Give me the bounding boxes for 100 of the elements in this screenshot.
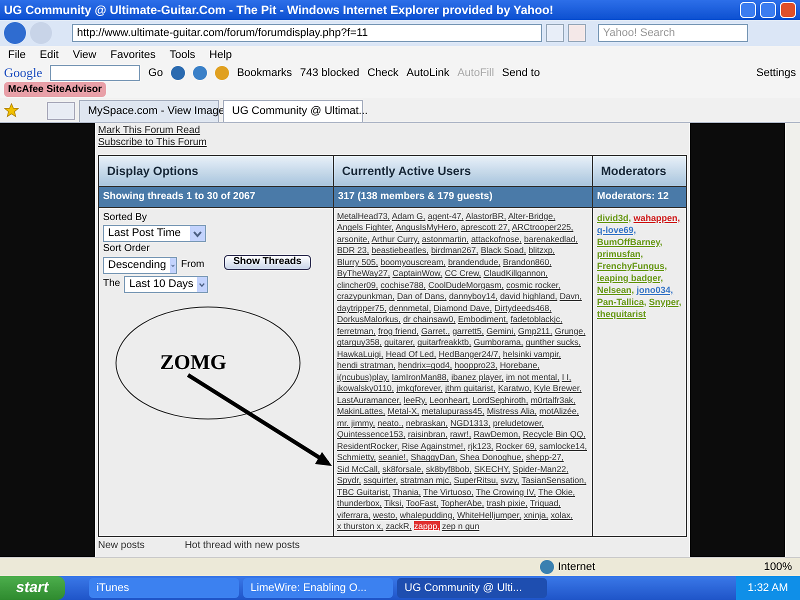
user-link[interactable]: ARCtrooper225, [512,222,574,232]
user-link[interactable]: gtarguy358, [337,337,382,348]
user-link[interactable]: Alter-Bridge, [508,210,556,221]
user-link[interactable]: DorkusMalorkus, [337,314,401,324]
menu-item[interactable]: View [72,46,96,64]
user-link[interactable]: Schmietty, [337,452,376,462]
user-link[interactable]: Kyle Brewer, [534,383,582,394]
user-link[interactable]: Gmp211, [518,326,552,336]
user-link[interactable]: jkowalsky0110, [337,383,394,394]
address-field[interactable]: http://www.ultimate-guitar.com/forum/forumdisplay.php?f=11 [72,24,542,42]
user-link[interactable]: TopherAbe, [440,498,484,508]
user-link[interactable]: Triquad, [530,498,561,508]
user-link[interactable]: attackofnose, [471,234,522,244]
user-link[interactable]: ShaggyDan, [410,452,458,462]
user-link[interactable]: SKECHY, [474,464,510,474]
back-button[interactable] [4,22,26,44]
user-link[interactable]: guitarfreakktb, [417,337,472,348]
stop-button[interactable] [568,24,586,42]
user-link[interactable]: aprescott 27, [460,222,510,232]
user-link[interactable]: HedBanger24/7, [438,348,501,359]
user-link[interactable]: The Crowing IV, [476,486,536,497]
user-link[interactable]: shepp-27, [526,452,564,462]
menu-item[interactable]: Favorites [110,46,156,64]
search-field[interactable]: Yahoo! Search [598,24,748,42]
user-link[interactable]: Leonheart, [429,394,470,405]
user-link[interactable]: ssquirter, [363,475,398,486]
user-link[interactable]: CaptainWow, [392,268,442,278]
user-link[interactable]: daytripper75, [337,302,387,313]
user-link[interactable]: sk8forsale, [382,464,424,474]
user-link[interactable]: dannyboy14, [449,291,498,302]
go-button[interactable]: Go [148,64,163,82]
sort-by-dropdown[interactable]: Last Post Time [103,224,206,242]
user-link[interactable]: motAlizée, [539,406,579,416]
user-link[interactable]: ByTheWay27, [337,268,390,278]
user-link[interactable]: zep n gun [442,521,480,532]
taskbar-item[interactable]: UG Community @ Ulti... [396,578,547,598]
user-link[interactable]: m0rtalfr3ak, [530,394,576,405]
user-link[interactable]: mr. jimmy, [337,418,376,428]
user-link[interactable]: TBC Guitarist, [337,486,390,497]
user-link[interactable]: xolax, [550,510,573,520]
dropdown-caret-icon[interactable] [190,226,205,241]
maximize-button[interactable] [760,2,776,18]
user-link[interactable]: Tiksi, [384,498,404,508]
moderator-link[interactable]: wahappen, [634,212,680,223]
user-link[interactable]: Grunge, [554,326,586,336]
user-link[interactable]: metalupurass45, [422,406,484,416]
user-link[interactable]: astonmartin, [422,234,469,244]
user-link[interactable]: fadetoblackjc, [510,314,562,324]
toolbar-button[interactable]: Send to [502,64,540,82]
user-link[interactable]: raisinbran, [408,429,448,440]
user-link[interactable]: svzy, [500,475,520,486]
user-link[interactable]: birdman267, [431,245,478,256]
user-link[interactable]: MetalHead73, [337,210,390,221]
user-link[interactable]: AngusIsMyHero, [396,222,458,232]
user-link[interactable]: agent-47, [428,210,464,221]
user-link[interactable]: cochise788, [380,280,426,290]
user-link[interactable]: nebraskan, [406,418,448,428]
user-link[interactable]: frog friend, [378,326,419,336]
user-link[interactable]: CoolDudeMorgasm, [428,280,504,290]
user-link[interactable]: seanie!, [378,452,408,462]
user-link[interactable]: jmkqforever, [396,383,443,394]
user-link[interactable]: david highland, [500,291,558,302]
show-threads-button[interactable]: Show Threads [224,254,311,270]
user-link[interactable]: Dirtydeeds468, [494,302,552,313]
user-link[interactable]: Embodiment, [458,314,508,324]
google-search-field[interactable] [50,64,140,81]
user-link[interactable]: Thania, [392,486,421,497]
user-link[interactable]: guitarer, [384,337,415,348]
user-link[interactable]: Garret., [421,326,450,336]
menu-item[interactable]: Help [209,46,232,64]
user-link[interactable]: Arthur Curry, [372,234,420,244]
user-link[interactable]: brandendude, [448,256,501,267]
user-link[interactable]: Karatwo, [498,383,532,394]
user-link[interactable]: Mistress Alia, [486,406,537,416]
user-link[interactable]: Dan of Dans, [397,291,447,302]
user-link[interactable]: gunther sucks, [526,337,581,348]
taskbar-item[interactable]: LimeWire: Enabling O... [242,578,393,598]
user-link[interactable]: whalepudding, [400,510,455,520]
toolbar-button[interactable]: 743 blocked [300,64,360,82]
user-link[interactable]: Diamond Dave, [433,302,492,313]
zoom-button[interactable]: 100% [764,558,792,576]
user-link[interactable]: clincher09, [337,280,378,290]
user-link[interactable]: MakinLattes, [337,406,386,416]
user-link[interactable]: xninja, [524,510,548,520]
user-link[interactable]: Head Of Led, [386,348,436,359]
user-link[interactable]: The Okie, [538,486,576,497]
user-link[interactable]: AlastorBR, [466,210,506,221]
user-link[interactable]: Quintessence153, [337,429,406,440]
user-link[interactable]: beastiebeatles, [372,245,429,256]
toolbar-button[interactable]: Bookmarks [236,64,292,82]
close-button[interactable] [780,2,796,18]
user-link[interactable]: RawDemon, [474,429,520,440]
user-link[interactable]: x thurston x, [337,521,384,532]
user-link[interactable]: hendi stratman, [337,360,396,370]
user-link[interactable]: rawr!, [450,429,472,440]
user-link[interactable]: crazypunkman, [337,291,395,302]
user-link[interactable]: ferretman, [337,326,376,336]
user-link[interactable]: LordSephiroth, [472,394,528,405]
user-link[interactable]: The Virtuoso, [423,486,474,497]
star-icon[interactable] [4,102,19,118]
